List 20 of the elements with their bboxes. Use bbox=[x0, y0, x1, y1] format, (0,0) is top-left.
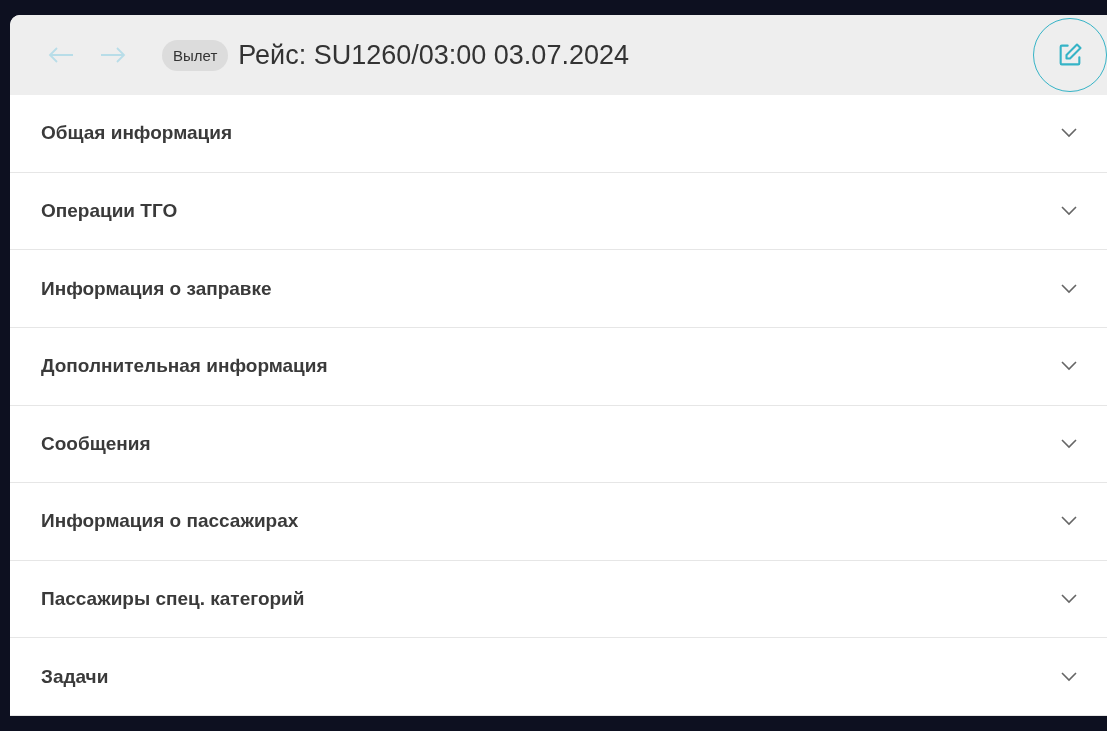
section-title: Операции ТГО bbox=[41, 199, 178, 222]
section-title: Задачи bbox=[41, 665, 109, 688]
section-title: Информация о заправке bbox=[41, 277, 272, 300]
chevron-icon bbox=[1061, 671, 1077, 682]
flight-title: Рейс: SU1260/03:00 03.07.2024 bbox=[238, 39, 630, 71]
chevron-icon bbox=[1061, 594, 1077, 605]
section-title: Сообщения bbox=[41, 432, 151, 455]
chevron-icon bbox=[1061, 516, 1077, 527]
section-title: Дополнительная информация bbox=[41, 355, 328, 378]
status-badge: Вылет bbox=[162, 39, 229, 71]
section-title: Информация о пассажирах bbox=[41, 510, 299, 533]
chevron-icon bbox=[1061, 361, 1077, 372]
chevron-icon bbox=[1061, 128, 1077, 139]
left-arrow-icon bbox=[48, 47, 74, 63]
section-title: Пассажиры спец. категорий bbox=[41, 588, 305, 611]
chevron-icon bbox=[1061, 283, 1077, 294]
section-title: Общая информация bbox=[41, 122, 233, 145]
chevron-icon bbox=[1061, 205, 1077, 216]
chevron-icon bbox=[1061, 438, 1077, 449]
right-arrow-icon bbox=[100, 47, 126, 63]
